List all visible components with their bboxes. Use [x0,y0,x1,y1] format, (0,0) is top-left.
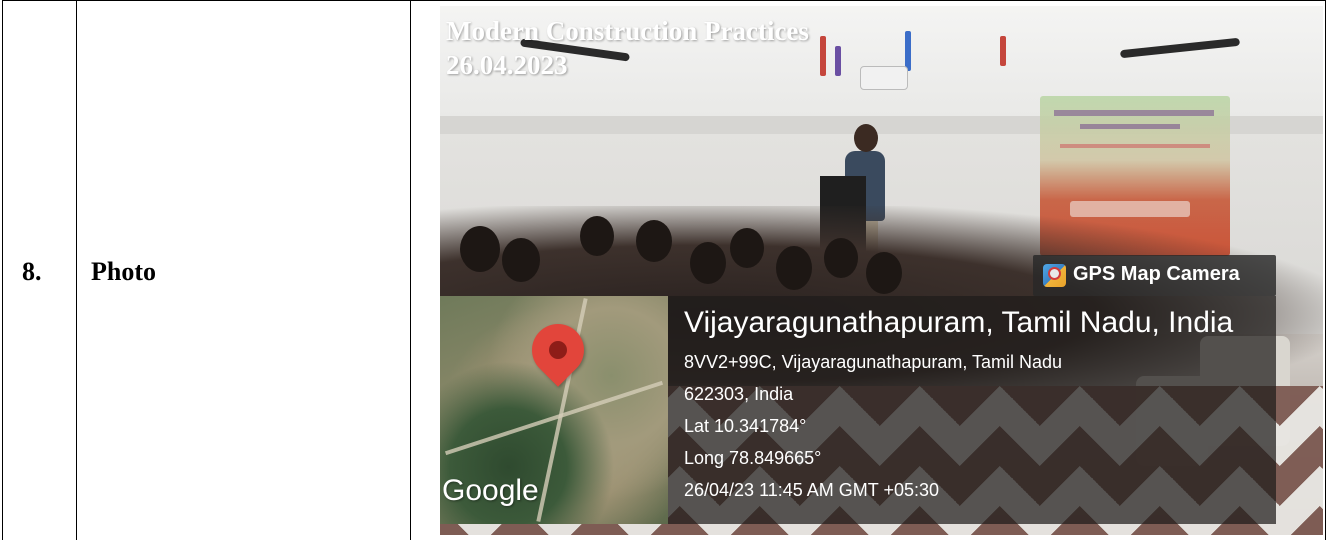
longitude: Long 78.849665° [684,448,822,468]
gps-map-camera-icon [1043,264,1066,287]
audience-member [730,228,764,268]
table-border-right [1325,0,1326,540]
gps-map-camera-tag: GPS Map Camera [1033,255,1276,296]
gps-tag-text: GPS Map Camera [1073,263,1240,285]
latitude: Lat 10.341784° [684,416,807,436]
photo-caption: Modern Construction Practices 26.04.2023 [446,14,809,82]
address-line-1: 8VV2+99C, Vijayaragunathapuram, Tamil Na… [684,352,1063,372]
table-border-col2 [410,0,411,540]
audience-member [502,238,540,282]
map-logo: Google [442,474,539,507]
speaker [854,124,878,152]
row-number: 8. [22,257,42,286]
table-border-col1 [76,0,77,540]
audience-member [824,238,858,278]
audience-member [636,220,672,262]
audience-member [776,246,812,290]
caption-title: Modern Construction Practices [446,16,809,46]
row-label: Photo [91,257,156,286]
audience-member [460,226,500,272]
audience-member [580,216,614,256]
table-border-left [2,0,3,540]
projector [860,66,908,90]
timestamp: 26/04/23 11:45 AM GMT +05:30 [684,480,940,500]
hanging-decoration [820,36,826,76]
audience-member [866,252,902,294]
hanging-decoration [835,46,841,76]
address-line-2: 622303, India [684,384,794,404]
hanging-decoration [905,31,911,71]
event-photo: Modern Construction Practices 26.04.2023… [440,6,1323,535]
map-pin-icon [521,313,595,387]
location-title: Vijayaragunathapuram, Tamil Nadu, India [684,306,1234,339]
hanging-decoration [1000,36,1006,66]
audience-member [690,242,726,284]
table-border-top [2,0,1326,1]
caption-date: 26.04.2023 [446,50,568,80]
location-map-thumbnail: Google [440,296,668,524]
